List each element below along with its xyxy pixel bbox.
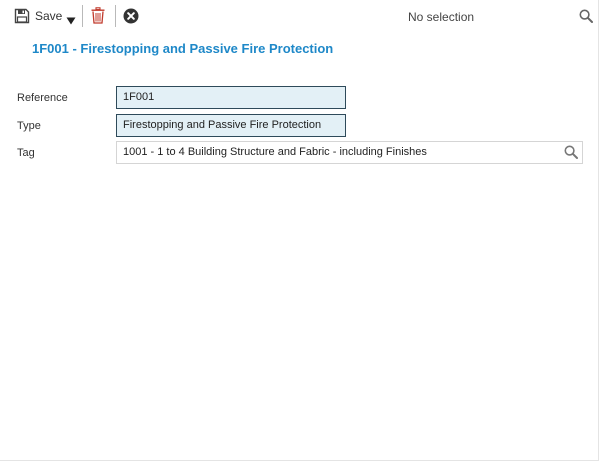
toolbar-divider — [115, 5, 116, 27]
tag-label: Tag — [17, 147, 35, 159]
reference-label: Reference — [17, 92, 68, 104]
toolbar: Save No selection — [0, 0, 600, 34]
save-button[interactable]: Save — [35, 9, 62, 23]
floppy-disk-icon[interactable] — [14, 8, 30, 24]
close-circle-icon[interactable] — [123, 8, 139, 24]
toolbar-divider — [82, 5, 83, 27]
reference-field[interactable]: 1F001 — [116, 86, 346, 109]
selection-status: No selection — [408, 10, 475, 24]
caret-down-icon[interactable] — [66, 12, 76, 25]
trash-icon[interactable] — [91, 7, 105, 24]
type-field[interactable]: Firestopping and Passive Fire Protection — [116, 114, 346, 137]
type-label: Type — [17, 120, 41, 132]
tag-field[interactable]: 1001 - 1 to 4 Building Structure and Fab… — [116, 141, 583, 164]
search-icon[interactable] — [579, 9, 593, 23]
search-icon[interactable] — [564, 145, 578, 159]
window-frame — [0, 0, 599, 461]
page-title: 1F001 - Firestopping and Passive Fire Pr… — [32, 41, 334, 56]
